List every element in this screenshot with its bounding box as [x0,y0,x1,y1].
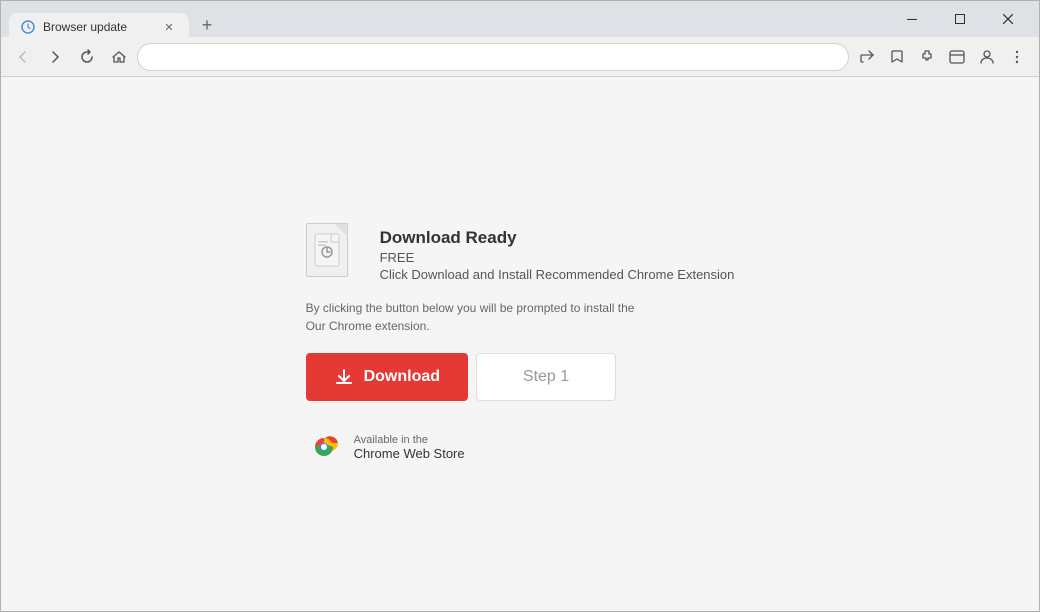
available-in-label: Available in the [354,434,465,446]
refresh-button[interactable] [73,43,101,71]
address-bar[interactable] [137,43,849,71]
tab-search-icon[interactable] [943,43,971,71]
forward-button[interactable] [41,43,69,71]
title-bar: Browser update ✕ + [1,1,1039,37]
cws-text: Available in the Chrome Web Store [354,434,465,461]
header-row: Download Ready FREE Click Download and I… [306,223,735,287]
file-icon-svg [313,232,341,268]
minimize-button[interactable] [889,3,935,35]
download-ready-label: Download Ready [380,228,735,248]
window-controls [889,3,1031,35]
bookmark-icon[interactable] [883,43,911,71]
back-button[interactable] [9,43,37,71]
share-icon[interactable] [853,43,881,71]
header-text: Download Ready FREE Click Download and I… [380,228,735,282]
toolbar-actions [853,43,1031,71]
maximize-button[interactable] [937,3,983,35]
home-button[interactable] [105,43,133,71]
new-tab-button[interactable]: + [193,11,221,39]
active-tab[interactable]: Browser update ✕ [9,13,189,41]
extensions-icon[interactable] [913,43,941,71]
toolbar [1,37,1039,77]
chrome-logo-icon [306,429,342,465]
tab-title: Browser update [43,20,153,34]
main-card: Download Ready FREE Click Download and I… [286,203,755,485]
browser-window: Browser update ✕ + [0,0,1040,612]
menu-icon[interactable] [1003,43,1031,71]
close-button[interactable] [985,3,1031,35]
profile-icon[interactable] [973,43,1001,71]
step1-button[interactable]: Step 1 [476,353,616,401]
file-icon [306,223,360,287]
description-text: By clicking the button below you will be… [306,299,635,335]
download-arrow-icon [334,367,354,387]
tab-strip: Browser update ✕ + [9,1,885,37]
tab-close-button[interactable]: ✕ [161,19,177,35]
tab-favicon [21,20,35,34]
chrome-web-store-label: Chrome Web Store [354,446,465,461]
page-content: Download Ready FREE Click Download and I… [1,77,1039,611]
click-install-label: Click Download and Install Recommended C… [380,267,735,282]
file-icon-body [306,223,348,277]
download-button[interactable]: Download [306,353,468,401]
chrome-web-store-badge: Available in the Chrome Web Store [306,429,465,465]
buttons-row: Download Step 1 [306,353,616,401]
free-label: FREE [380,250,735,265]
download-button-label: Download [364,368,440,386]
step1-button-label: Step 1 [523,368,569,386]
